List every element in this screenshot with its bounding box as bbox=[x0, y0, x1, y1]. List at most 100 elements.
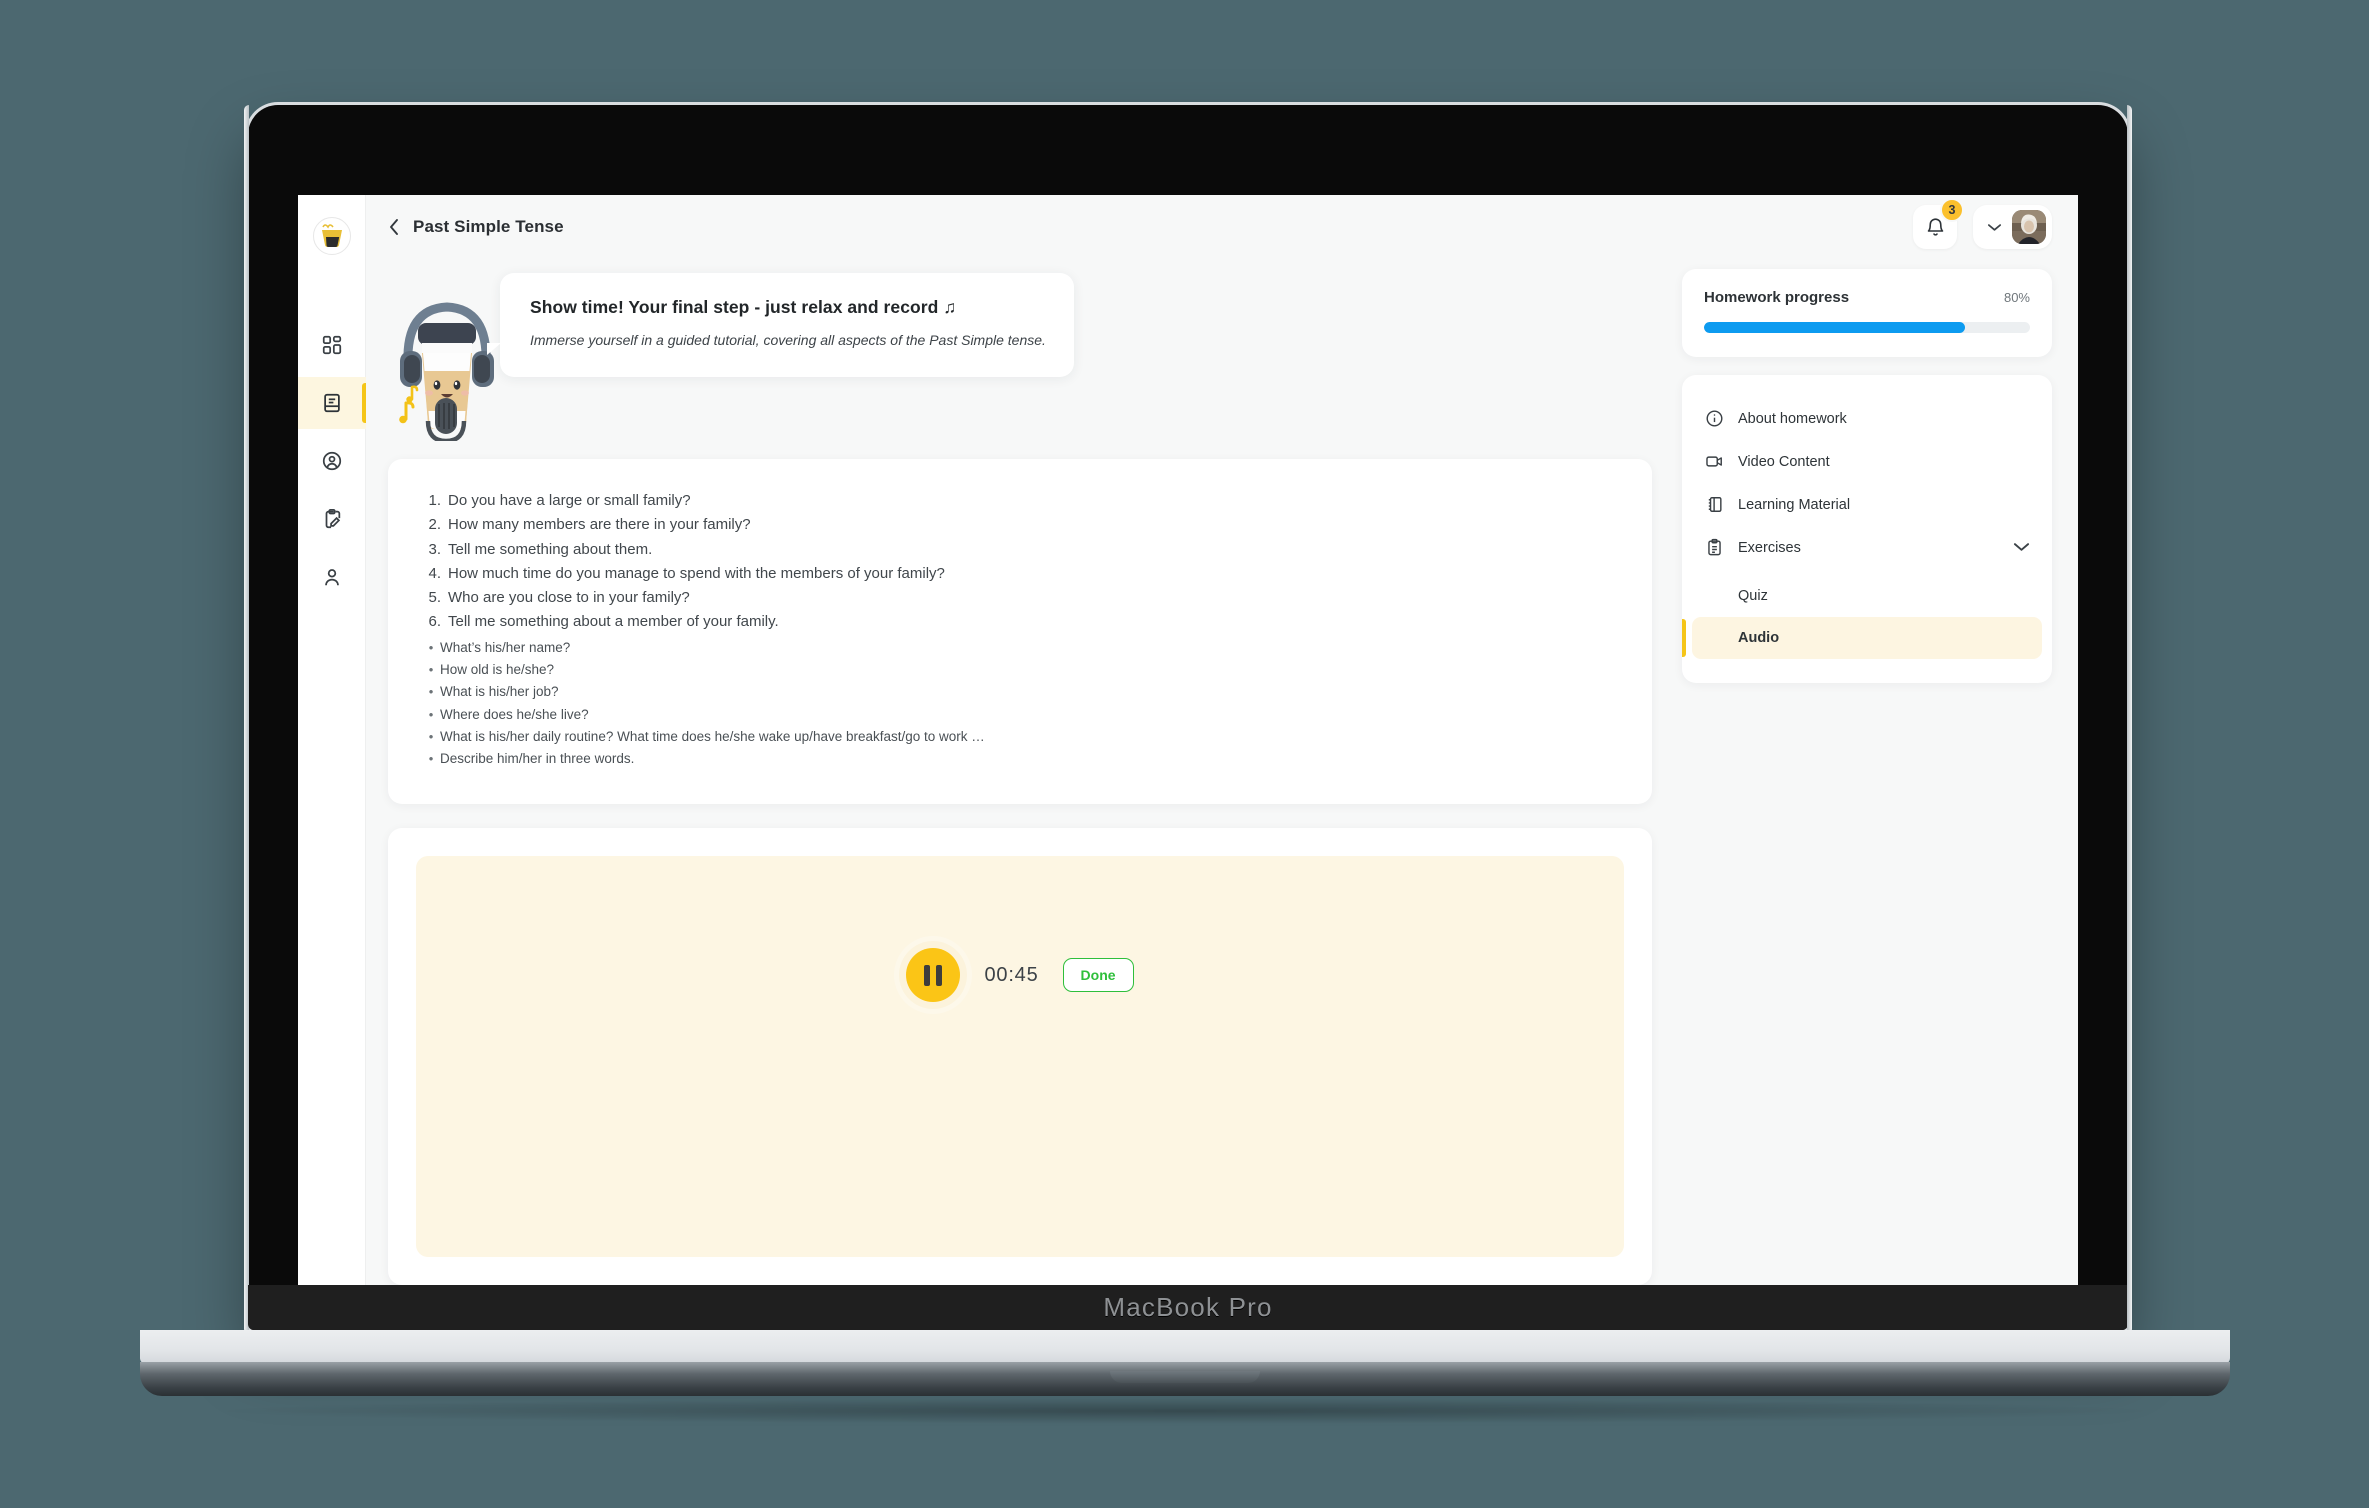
done-button[interactable]: Done bbox=[1062, 958, 1134, 993]
hero-title: Show time! Your final step - just relax … bbox=[530, 297, 957, 317]
bullet-icon: • bbox=[428, 706, 434, 722]
sub-question-item: • Where does he/she live? bbox=[422, 704, 1618, 726]
menu-item-learning-material[interactable]: Learning Material bbox=[1682, 483, 2052, 526]
chevron-down-icon bbox=[1987, 224, 2002, 231]
menu-item-label: Video Content bbox=[1738, 453, 1830, 470]
sidebar-item-profile[interactable] bbox=[298, 551, 366, 603]
progress-header: Homework progress 80% bbox=[1704, 289, 2030, 306]
left-sidebar bbox=[298, 195, 366, 1285]
question-number: 4. bbox=[428, 564, 441, 582]
content-area: Show time! Your final step - just relax … bbox=[366, 259, 2078, 1285]
sidebar-item-lessons[interactable] bbox=[298, 377, 366, 429]
numbered-question-list: 1. Do you have a large or small family? 2.… bbox=[422, 489, 1618, 635]
sub-question-text: What’s his/her name? bbox=[440, 639, 571, 655]
question-text: Tell me something about a member of your… bbox=[448, 613, 779, 631]
sidebar-item-dashboard[interactable] bbox=[298, 319, 366, 371]
top-bar-actions: 3 bbox=[1913, 198, 2052, 249]
bell-icon bbox=[1927, 217, 1943, 236]
sub-question-item: • Describe him/her in three words. bbox=[422, 748, 1618, 770]
bullet-icon: • bbox=[428, 684, 434, 700]
book-open-icon bbox=[1704, 495, 1724, 514]
homework-progress-card: Homework progress 80% bbox=[1682, 269, 2052, 357]
top-bar: Past Simple Tense 3 bbox=[366, 195, 2078, 259]
bullet-icon: • bbox=[428, 639, 434, 655]
sub-question-text: Describe him/her in three words. bbox=[440, 751, 635, 767]
sub-question-text: How old is he/she? bbox=[440, 662, 555, 678]
progress-track bbox=[1704, 322, 2030, 333]
right-panel: Homework progress 80% About homework Vid… bbox=[1652, 259, 2052, 1285]
question-number: 6. bbox=[428, 613, 441, 631]
dashboard-grid-icon bbox=[322, 335, 341, 355]
question-text: Do you have a large or small family? bbox=[448, 492, 691, 509]
back-button[interactable]: Past Simple Tense bbox=[388, 217, 564, 237]
bullet-icon: • bbox=[428, 751, 434, 767]
question-number: 5. bbox=[428, 589, 441, 607]
notifications-button[interactable]: 3 bbox=[1913, 198, 1964, 249]
mascot-illustration bbox=[388, 291, 506, 444]
laptop-base bbox=[140, 1330, 2230, 1424]
exercises-submenu: Quiz Audio bbox=[1682, 569, 2052, 659]
device-label: MacBook Pro bbox=[1103, 1292, 1273, 1322]
page-title: Past Simple Tense bbox=[413, 217, 564, 236]
questions-card: 1. Do you have a large or small family? 2.… bbox=[388, 459, 1652, 805]
recorder-panel: 00:45 Done bbox=[416, 856, 1624, 1257]
sub-question-item: • What’s his/her name? bbox=[422, 637, 1618, 659]
question-text: Who are you close to in your family? bbox=[448, 589, 690, 607]
sub-question-item: • What is his/her job? bbox=[422, 681, 1618, 703]
question-text: How much time do you manage to spend wit… bbox=[448, 564, 945, 582]
menu-item-label: About homework bbox=[1738, 410, 1847, 427]
question-text: Tell me something about them. bbox=[448, 540, 653, 558]
pause-button[interactable] bbox=[906, 948, 961, 1003]
question-number: 3. bbox=[428, 540, 441, 558]
sub-question-item: • How old is he/she? bbox=[422, 659, 1618, 681]
sub-question-text: What is his/her daily routine? What time… bbox=[440, 728, 985, 744]
sidebar-item-homework[interactable] bbox=[298, 493, 366, 545]
question-number: 1. bbox=[428, 492, 441, 509]
hero-subtitle: Immerse yourself in a guided tutorial, c… bbox=[530, 332, 1046, 348]
coffee-cup-logo-icon bbox=[321, 224, 342, 247]
progress-title: Homework progress bbox=[1704, 289, 1850, 306]
clipboard-list-icon bbox=[1704, 538, 1724, 557]
question-item: 5. Who are you close to in your family? bbox=[422, 586, 1618, 610]
menu-item-about-homework[interactable]: About homework bbox=[1682, 397, 2052, 440]
info-circle-icon bbox=[1704, 409, 1724, 428]
question-item: 2. How many members are there in your fam… bbox=[422, 513, 1618, 537]
book-icon bbox=[323, 393, 340, 413]
notification-badge: 3 bbox=[1940, 198, 1964, 222]
sidebar-item-account[interactable] bbox=[298, 435, 366, 487]
bullet-question-list: • What’s his/her name? • How old is he/she?… bbox=[422, 637, 1618, 771]
progress-percent: 80% bbox=[2003, 290, 2030, 305]
page-root: Past Simple Tense 3 Show time! Your fina… bbox=[0, 0, 2369, 1508]
question-item: 4. How much time do you manage to spend w… bbox=[422, 562, 1618, 586]
sub-question-text: What is his/her job? bbox=[440, 684, 559, 700]
laptop-mockup: Past Simple Tense 3 Show time! Your fina… bbox=[244, 105, 2132, 1330]
sub-question-text: Where does he/she live? bbox=[440, 706, 589, 722]
sub-question-item: • What is his/her daily routine? What tim… bbox=[422, 726, 1618, 748]
laptop-lid: Past Simple Tense 3 Show time! Your fina… bbox=[244, 105, 2132, 1330]
question-text: How many members are there in your famil… bbox=[448, 516, 751, 534]
base-notch bbox=[1110, 1371, 1260, 1383]
question-item: 6. Tell me something about a member of yo… bbox=[422, 610, 1618, 634]
menu-item-video-content[interactable]: Video Content bbox=[1682, 440, 2052, 483]
main-area: Past Simple Tense 3 Show time! Your fina… bbox=[366, 195, 2078, 1285]
laptop-chin: MacBook Pro bbox=[248, 1285, 2128, 1330]
left-column: Show time! Your final step - just relax … bbox=[388, 259, 1652, 1285]
bullet-icon: • bbox=[428, 728, 434, 744]
app-window: Past Simple Tense 3 Show time! Your fina… bbox=[298, 195, 2078, 1285]
submenu-item-quiz[interactable]: Quiz bbox=[1692, 575, 2042, 617]
question-item: 1. Do you have a large or small family? bbox=[422, 489, 1618, 513]
brand-logo[interactable] bbox=[312, 217, 351, 255]
recorder-card: 00:45 Done bbox=[388, 828, 1652, 1285]
avatar[interactable] bbox=[2012, 210, 2046, 244]
recorder-controls: 00:45 Done bbox=[906, 948, 1134, 1003]
submenu-item-audio[interactable]: Audio bbox=[1682, 617, 2042, 659]
chevron-down-icon[interactable] bbox=[2013, 540, 2030, 556]
laptop-screen: Past Simple Tense 3 Show time! Your fina… bbox=[298, 195, 2078, 1285]
person-icon bbox=[324, 569, 339, 586]
profile-menu-button[interactable] bbox=[1973, 205, 2052, 249]
menu-item-exercises[interactable]: Exercises bbox=[1682, 526, 2052, 569]
hero-speech-bubble: Show time! Your final step - just relax … bbox=[487, 273, 1074, 377]
avatar-image bbox=[2012, 210, 2046, 244]
progress-fill bbox=[1704, 322, 1965, 333]
question-item: 3. Tell me something about them. bbox=[422, 538, 1618, 562]
